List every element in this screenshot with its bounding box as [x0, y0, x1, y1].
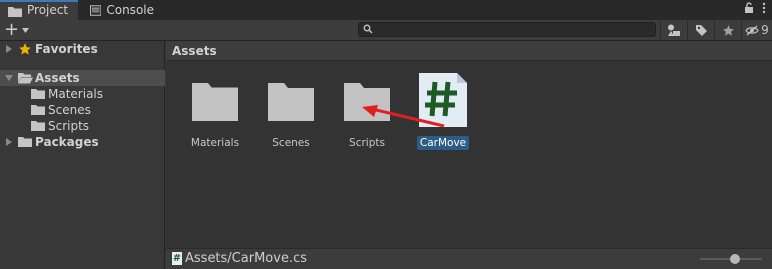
- eye-slash-icon: [745, 25, 759, 35]
- console-icon: [90, 4, 102, 16]
- sidebar-item-packages[interactable]: Packages: [0, 134, 165, 150]
- add-label: +: [4, 19, 20, 40]
- tab-console-label: Console: [106, 3, 154, 17]
- folder-icon: [31, 89, 45, 99]
- asset-browser: Assets Materials Scenes Scripts CarMove: [166, 41, 772, 269]
- sidebar-item-assets[interactable]: Assets: [0, 70, 165, 86]
- icon-size-slider[interactable]: [700, 254, 762, 264]
- toolbar: + 9: [0, 20, 772, 41]
- sidebar-item-materials[interactable]: Materials: [0, 86, 165, 102]
- add-button[interactable]: +: [4, 21, 34, 39]
- collapse-arrow-icon[interactable]: [5, 75, 13, 81]
- selected-asset-path: # Assets/CarMove.cs: [172, 251, 307, 266]
- favorites-button[interactable]: [714, 21, 741, 39]
- more-menu-icon[interactable]: [762, 2, 766, 14]
- chevron-down-icon: [22, 27, 30, 33]
- folder-icon: [31, 105, 45, 115]
- sidebar-item-label: Packages: [35, 135, 99, 149]
- expand-arrow-icon[interactable]: [6, 45, 12, 53]
- sidebar-item-label: Scenes: [48, 103, 91, 117]
- lock-icon[interactable]: [744, 2, 754, 14]
- sidebar-item-label: Materials: [48, 87, 104, 101]
- hidden-packages-button[interactable]: 9: [741, 21, 772, 39]
- folder-open-icon: [18, 73, 33, 84]
- csharp-script-icon: #: [172, 252, 182, 265]
- search-by-label-button[interactable]: [687, 21, 714, 39]
- search-by-type-button[interactable]: [660, 21, 687, 39]
- tab-bar: Project Console: [0, 0, 772, 20]
- path-label: Assets/CarMove.cs: [185, 251, 307, 266]
- sidebar-item-label: Scripts: [48, 119, 90, 133]
- sidebar-tree: Favorites Assets Materials Scenes Script…: [0, 41, 165, 269]
- asset-materials-folder[interactable]: Materials: [180, 75, 250, 155]
- hidden-count: 9: [761, 23, 769, 37]
- sidebar-item-favorites[interactable]: Favorites: [0, 41, 165, 57]
- sidebar-item-label: Favorites: [35, 42, 98, 56]
- folder-icon: [192, 83, 238, 121]
- tab-project[interactable]: Project: [0, 0, 78, 20]
- breadcrumb: Assets: [166, 41, 772, 61]
- folder-icon: [18, 137, 32, 147]
- folder-icon: [8, 6, 22, 17]
- star-icon: [722, 24, 734, 36]
- expand-arrow-icon[interactable]: [6, 138, 12, 146]
- status-bar: # Assets/CarMove.cs: [166, 248, 772, 269]
- folder-icon: [31, 121, 45, 131]
- folder-icon: [268, 83, 314, 121]
- search-icon: [363, 24, 373, 34]
- search-input[interactable]: [358, 22, 656, 37]
- slider-thumb[interactable]: [730, 254, 740, 264]
- star-icon: [19, 43, 31, 55]
- sidebar-item-scenes[interactable]: Scenes: [0, 102, 165, 118]
- asset-scenes-folder[interactable]: Scenes: [256, 75, 326, 155]
- breadcrumb-assets[interactable]: Assets: [172, 44, 217, 58]
- tab-console[interactable]: Console: [82, 0, 162, 20]
- annotation-arrow: [362, 105, 445, 128]
- tag-icon: [695, 24, 707, 36]
- sidebar-item-scripts[interactable]: Scripts: [0, 118, 165, 134]
- type-filter-icon: [668, 24, 680, 36]
- sidebar-item-label: Assets: [35, 71, 80, 85]
- tab-project-label: Project: [27, 3, 69, 17]
